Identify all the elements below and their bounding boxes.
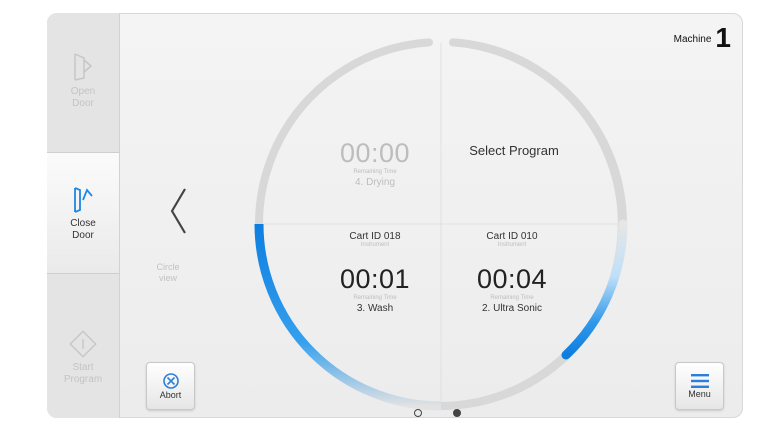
page-dot-2[interactable] xyxy=(453,409,461,417)
start-program-icon xyxy=(69,330,97,358)
sidebar: Open Door Close Door Start Program xyxy=(47,13,120,418)
wash-caption: Remaining Time xyxy=(353,295,397,301)
quadrant-select-program[interactable]: Select Program xyxy=(454,143,574,158)
page-dot-1[interactable] xyxy=(414,409,422,417)
quadrant-ultrasonic[interactable]: Cart ID 010 Instrument 00:04 Remaining T… xyxy=(452,231,572,314)
wash-cart-id: Cart ID 018 xyxy=(349,231,401,242)
wash-stage: 3. Wash xyxy=(356,303,394,314)
menu-label: Menu xyxy=(688,389,711,399)
menu-icon xyxy=(690,374,709,388)
quadrant-wash[interactable]: Cart ID 018 Instrument 00:01 Remaining T… xyxy=(320,231,430,314)
chevron-left-icon[interactable] xyxy=(167,186,189,236)
start-program-button[interactable]: Start Program xyxy=(47,298,119,418)
drying-time: 00:00 xyxy=(339,138,411,168)
open-door-button[interactable]: Open Door xyxy=(47,21,119,141)
close-door-button[interactable]: Close Door xyxy=(47,152,119,274)
close-door-icon xyxy=(74,187,93,213)
ultrasonic-time: 00:04 xyxy=(476,264,548,294)
progress-ring xyxy=(254,38,628,411)
open-door-icon xyxy=(74,53,93,81)
close-door-label: Close Door xyxy=(70,218,96,241)
ultrasonic-stage: 2. Ultra Sonic xyxy=(481,303,543,314)
drying-caption: Remaining Time xyxy=(353,169,397,175)
ultrasonic-caption: Remaining Time xyxy=(490,295,534,301)
progress-arc-right xyxy=(561,219,628,360)
wash-cart-type: Instrument xyxy=(360,242,390,248)
ultrasonic-cart-type: Instrument xyxy=(497,242,527,248)
open-door-label: Open Door xyxy=(70,86,96,109)
device-screen: Open Door Close Door Start Program Machi… xyxy=(47,13,743,418)
ultrasonic-cart-id: Cart ID 010 xyxy=(486,231,538,242)
main-panel: Machine 1 00:00 Remaining Time 4. Drying… xyxy=(120,13,743,418)
circle-view-label: Circle view xyxy=(156,262,180,283)
wash-time: 00:01 xyxy=(339,264,411,294)
quadrant-drying[interactable]: 00:00 Remaining Time 4. Drying xyxy=(320,138,430,188)
abort-label: Abort xyxy=(159,390,182,400)
abort-x-icon xyxy=(162,373,179,389)
start-program-label: Start Program xyxy=(63,362,103,385)
abort-button[interactable]: Abort xyxy=(146,362,195,410)
menu-button[interactable]: Menu xyxy=(675,362,724,410)
select-program-label: Select Program xyxy=(469,143,559,158)
drying-stage: 4. Drying xyxy=(354,177,395,188)
